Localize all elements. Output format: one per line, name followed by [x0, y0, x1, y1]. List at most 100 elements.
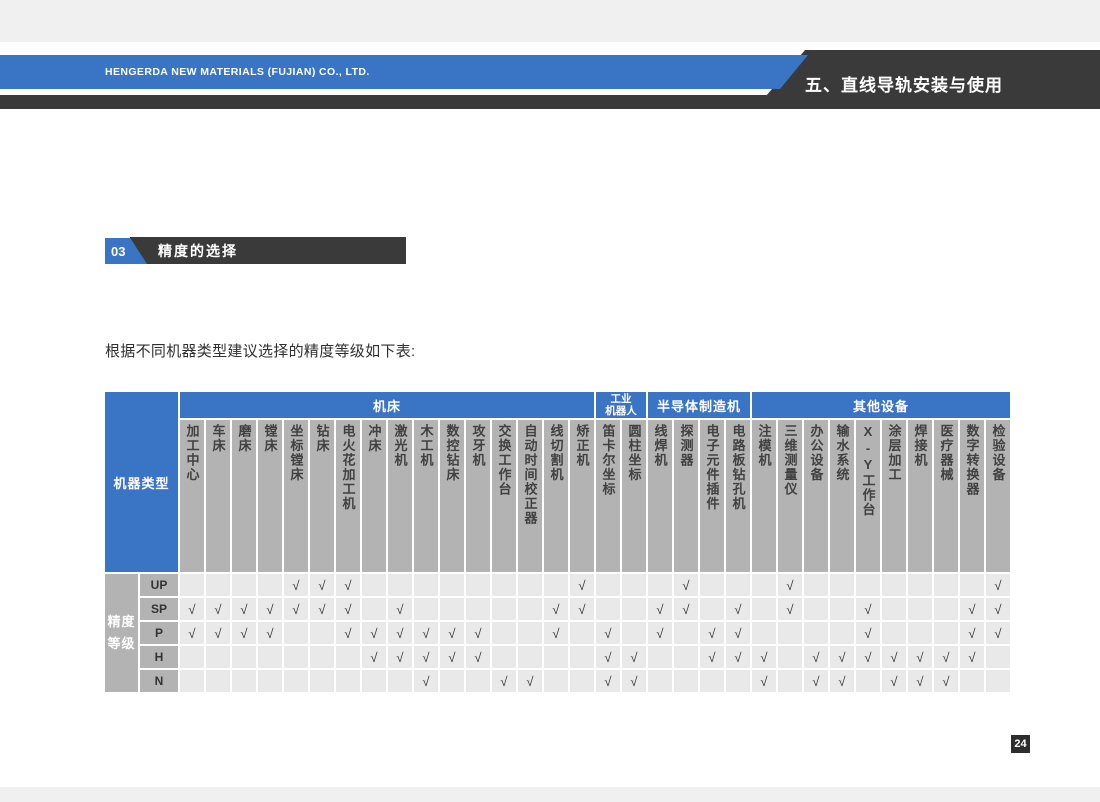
matrix-cell — [179, 669, 205, 693]
matrix-cell — [491, 573, 517, 597]
column-header: 镗床 — [257, 419, 283, 573]
matrix-cell: √ — [803, 669, 829, 693]
column-header: 焊接机 — [907, 419, 933, 573]
column-header: 笛卡尔坐标 — [595, 419, 621, 573]
column-header-label: 数字转换器 — [963, 424, 982, 497]
matrix-cell: √ — [231, 597, 257, 621]
matrix-cell: √ — [985, 621, 1011, 645]
company-name: HENGERDA NEW MATERIALS (FUJIAN) CO., LTD… — [105, 66, 370, 78]
matrix-cell — [699, 597, 725, 621]
matrix-cell — [491, 621, 517, 645]
row-label: P — [139, 621, 179, 645]
column-header-label: 笛卡尔坐标 — [599, 424, 618, 497]
column-header: 线切割机 — [543, 419, 569, 573]
matrix-cell — [439, 573, 465, 597]
matrix-cell: √ — [413, 645, 439, 669]
matrix-cell — [283, 669, 309, 693]
matrix-cell — [829, 621, 855, 645]
column-header: 自动时间校正器 — [517, 419, 543, 573]
row-label: UP — [139, 573, 179, 597]
column-header: 车床 — [205, 419, 231, 573]
matrix-cell: √ — [309, 573, 335, 597]
matrix-cell: √ — [907, 669, 933, 693]
matrix-cell — [283, 621, 309, 645]
matrix-cell: √ — [257, 597, 283, 621]
matrix-cell: √ — [595, 621, 621, 645]
matrix-cell — [491, 597, 517, 621]
matrix-cell — [855, 669, 881, 693]
matrix-cell — [205, 669, 231, 693]
column-header-label: 医疗器械 — [937, 424, 956, 482]
column-header: 数字转换器 — [959, 419, 985, 573]
column-header: 电子元件插件 — [699, 419, 725, 573]
matrix-cell — [569, 669, 595, 693]
matrix-cell — [777, 621, 803, 645]
matrix-cell — [231, 645, 257, 669]
matrix-cell: √ — [959, 621, 985, 645]
matrix-cell — [647, 645, 673, 669]
column-header: 涂层加工 — [881, 419, 907, 573]
column-header-label: 检验设备 — [989, 424, 1008, 482]
column-header: 三维测量仪 — [777, 419, 803, 573]
matrix-cell — [959, 669, 985, 693]
column-header: 电火花加工机 — [335, 419, 361, 573]
column-header: 探测器 — [673, 419, 699, 573]
matrix-cell — [933, 573, 959, 597]
matrix-cell: √ — [725, 597, 751, 621]
matrix-cell — [647, 573, 673, 597]
matrix-cell — [413, 597, 439, 621]
column-header-label: 冲床 — [365, 424, 384, 453]
column-header-label: 矫正机 — [573, 424, 592, 468]
matrix-cell: √ — [647, 597, 673, 621]
machine-type-header: 机器类型 — [104, 391, 179, 573]
row-label: H — [139, 645, 179, 669]
matrix-cell: √ — [387, 645, 413, 669]
matrix-cell: √ — [855, 597, 881, 621]
column-header-label: 线切割机 — [547, 424, 566, 482]
matrix-cell — [387, 573, 413, 597]
matrix-cell — [309, 621, 335, 645]
matrix-cell: √ — [829, 669, 855, 693]
matrix-cell: √ — [543, 597, 569, 621]
matrix-cell — [309, 669, 335, 693]
chapter-title: 五、直线导轨安装与使用 — [805, 50, 1100, 109]
matrix-cell — [673, 645, 699, 669]
column-header-label: 磨床 — [235, 424, 254, 453]
matrix-cell: √ — [283, 573, 309, 597]
matrix-cell: √ — [829, 645, 855, 669]
matrix-cell — [803, 597, 829, 621]
column-header-label: 镗床 — [261, 424, 280, 453]
section-number: 03 — [111, 244, 125, 259]
column-header: 线焊机 — [647, 419, 673, 573]
matrix-cell: √ — [387, 597, 413, 621]
matrix-cell — [205, 645, 231, 669]
column-header: 加工中心 — [179, 419, 205, 573]
matrix-cell — [361, 669, 387, 693]
matrix-cell — [465, 573, 491, 597]
matrix-cell: √ — [205, 597, 231, 621]
matrix-cell — [699, 669, 725, 693]
matrix-cell — [517, 597, 543, 621]
matrix-cell — [413, 573, 439, 597]
matrix-cell — [231, 669, 257, 693]
matrix-cell — [595, 597, 621, 621]
page-margin-bottom — [0, 787, 1100, 802]
matrix-cell: √ — [985, 573, 1011, 597]
matrix-cell — [621, 621, 647, 645]
column-header-label: 圆柱坐标 — [625, 424, 644, 482]
matrix-cell: √ — [179, 621, 205, 645]
matrix-cell — [543, 573, 569, 597]
matrix-cell — [673, 669, 699, 693]
column-header: X-Y工作台 — [855, 419, 881, 573]
matrix-cell: √ — [231, 621, 257, 645]
column-header-label: 木工机 — [417, 424, 436, 468]
matrix-cell — [751, 621, 777, 645]
column-header: 磨床 — [231, 419, 257, 573]
matrix-cell: √ — [179, 597, 205, 621]
matrix-cell: √ — [257, 621, 283, 645]
matrix-cell: √ — [439, 621, 465, 645]
matrix-cell: √ — [569, 573, 595, 597]
column-header-label: 坐标镗床 — [287, 424, 306, 482]
header-banner: HENGERDA NEW MATERIALS (FUJIAN) CO., LTD… — [0, 55, 808, 89]
matrix-cell — [179, 573, 205, 597]
